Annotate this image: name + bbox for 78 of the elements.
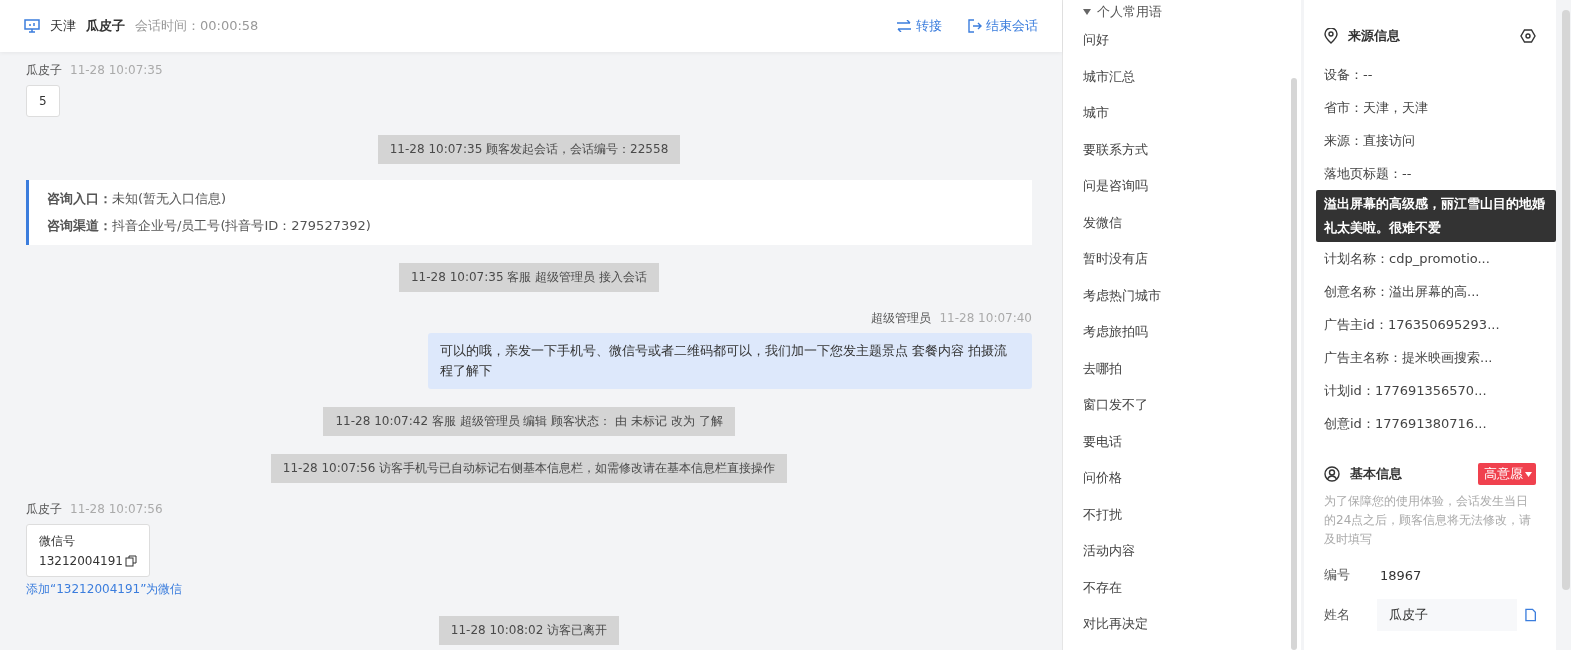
system-notice: 11-28 10:07:35 顾客发起会话，会话编号：22558 — [377, 135, 681, 164]
source-value: 177691356570... — [1374, 383, 1487, 398]
system-notice: 11-28 10:07:56 访客手机号已自动标记右侧基本信息栏，如需修改请在基本信息栏直接操作 — [270, 454, 788, 483]
message-time: 11-28 10:07:35 — [70, 63, 163, 77]
field-label: 姓名 — [1324, 606, 1351, 624]
source-row-text: 设备：-- — [1324, 65, 1374, 84]
source-label: 计划id： — [1324, 381, 1375, 400]
phrase-item[interactable]: 城市 — [1063, 95, 1301, 132]
phrase-group[interactable]: 个人常用语 — [1063, 2, 1301, 22]
end-session-link[interactable]: 结束会话 — [968, 17, 1038, 35]
add-wechat-link[interactable]: 添加“13212004191”为微信 — [26, 581, 183, 598]
phrase-item[interactable]: 考虑旅拍吗 — [1063, 314, 1301, 351]
system-notice: 11-28 10:08:02 访客已离开 — [438, 616, 620, 645]
document-icon[interactable] — [1524, 608, 1536, 622]
message-time: 11-28 10:07:40 — [939, 311, 1032, 325]
phrase-item[interactable]: 不存在 — [1063, 569, 1301, 606]
notice-text: 为了保障您的使用体验，会话发生当日的24点之后，顾客信息将无法修改，请及时填写 — [1324, 493, 1533, 548]
contact-label: 微信号 — [39, 533, 76, 550]
user-icon — [1324, 466, 1340, 482]
caret-icon — [1525, 471, 1532, 477]
source-label: 创意id： — [1324, 414, 1375, 433]
source-label: 广告主名称： — [1324, 348, 1402, 367]
phrase-item[interactable]: 城市汇总 — [1063, 58, 1301, 95]
phrase-item[interactable]: 发微信 — [1063, 204, 1301, 241]
phrase-item[interactable]: 去哪拍 — [1063, 350, 1301, 387]
session-time: 会话时间：00:00:58 — [135, 17, 259, 35]
info-line: 咨询渠道：抖音企业号/员工号(抖音号ID：279527392) — [47, 217, 372, 235]
field-label: 编号 — [1324, 566, 1351, 584]
phrase-item[interactable]: 活动内容 — [1063, 533, 1301, 570]
source-row-text: 落地页标题：-- — [1324, 164, 1413, 183]
info-line: 咨询入口：未知(暂无入口信息) — [47, 190, 228, 208]
phrase-item[interactable]: 对比再决定 — [1063, 606, 1301, 643]
phrase-item[interactable]: 考虑热门城市 — [1063, 277, 1301, 314]
phrase-item[interactable]: 问价格 — [1063, 460, 1301, 497]
exit-icon — [968, 19, 982, 33]
source-label: 计划名称： — [1324, 249, 1389, 268]
name-input[interactable]: 瓜皮子 — [1376, 599, 1517, 631]
section-title: 基本信息 — [1350, 465, 1402, 483]
phrase-item[interactable]: 暂时没有店 — [1063, 241, 1301, 278]
contact-number: 13212004191 — [39, 554, 123, 568]
system-notice: 11-28 10:07:42 客服 超级管理员 编辑 顾客状态： 由 未标记 改为 了解 — [323, 407, 735, 436]
monitor-icon — [24, 19, 40, 33]
phrase-item[interactable]: 要联系方式 — [1063, 131, 1301, 168]
message-bubble: 可以的哦，亲发一下手机号、微信号或者二维码都可以，我们加一下您发主题景点 套餐内容 拍摄流程了解下 — [428, 333, 1032, 389]
phrase-item[interactable]: 问是咨询吗 — [1063, 168, 1301, 205]
source-value: 提米映画搜索... — [1402, 348, 1493, 367]
phrase-item[interactable]: 问好 — [1063, 22, 1301, 59]
message-bubble: 5 — [26, 85, 60, 117]
source-label: 创意名称： — [1324, 282, 1389, 301]
scrollbar[interactable] — [1562, 10, 1570, 590]
swap-icon — [896, 20, 912, 32]
location-pin-icon — [1324, 28, 1338, 44]
settings-icon[interactable] — [1520, 28, 1536, 44]
caret-icon — [1083, 9, 1091, 15]
field-value: 18967 — [1380, 567, 1422, 583]
sender-name: 瓜皮子 — [26, 501, 62, 518]
source-row-text: 省市：天津，天津 — [1324, 98, 1429, 117]
visitor-name: 瓜皮子 — [86, 17, 125, 35]
copy-icon[interactable] — [125, 555, 137, 567]
tooltip: 溢出屏幕的高级感，丽江雪山目的地婚礼太美啦。很难不爱 — [1316, 190, 1556, 242]
visitor-location: 天津 — [50, 17, 76, 35]
system-notice: 11-28 10:07:35 客服 超级管理员 接入会话 — [399, 263, 659, 292]
phrase-item[interactable]: 不打扰 — [1063, 496, 1301, 533]
message-time: 11-28 10:07:56 — [70, 502, 163, 516]
scrollbar[interactable] — [1291, 78, 1297, 650]
source-row-text: 来源：直接访问 — [1324, 131, 1416, 150]
phrase-item[interactable]: 要电话 — [1063, 423, 1301, 460]
sender-name: 超级管理员 — [871, 310, 932, 327]
source-value: 177691380716... — [1374, 416, 1487, 431]
source-value: 溢出屏幕的高... — [1389, 282, 1480, 301]
section-title: 来源信息 — [1348, 27, 1400, 45]
transfer-link[interactable]: 转接 — [896, 17, 942, 35]
source-label: 广告主id： — [1324, 315, 1388, 334]
sender-name: 瓜皮子 — [26, 62, 62, 79]
source-value: cdp_promotio... — [1389, 251, 1490, 266]
phrase-item[interactable]: 窗口发不了 — [1063, 387, 1301, 424]
source-value: 176350695293... — [1387, 317, 1500, 332]
intent-tag-dropdown[interactable]: 高意愿 — [1478, 463, 1536, 485]
